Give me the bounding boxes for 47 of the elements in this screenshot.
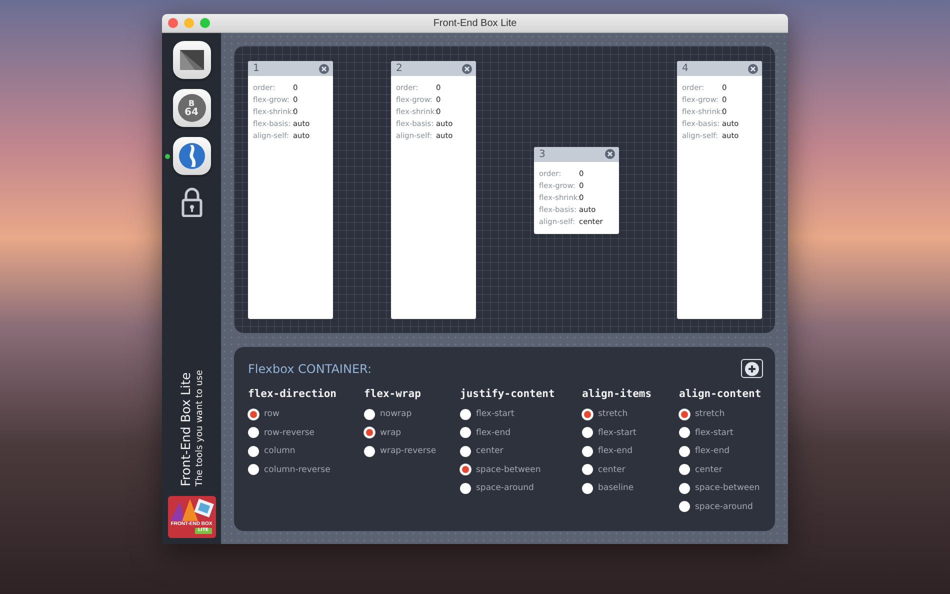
close-icon[interactable] xyxy=(748,64,758,74)
wave-icon xyxy=(178,142,206,170)
radio-option[interactable]: center xyxy=(582,462,679,477)
radio-option[interactable]: stretch xyxy=(679,406,762,422)
item-number: 2 xyxy=(396,63,402,74)
radio-option[interactable]: column-reverse xyxy=(248,462,364,477)
envelope-tool-button[interactable] xyxy=(172,41,210,79)
radio-option[interactable]: center xyxy=(679,462,762,477)
b64-tool-button[interactable]: B 64 xyxy=(172,89,210,127)
radio-option[interactable]: row xyxy=(248,406,364,422)
radio-option[interactable]: flex-end xyxy=(582,444,679,458)
item-number: 3 xyxy=(539,148,546,160)
radio-option[interactable]: space-between xyxy=(679,480,762,496)
radio-option[interactable]: baseline xyxy=(582,480,679,496)
radio-option[interactable]: row-reverse xyxy=(248,425,364,440)
flexbox-tool-button[interactable] xyxy=(172,137,210,175)
radio-option[interactable]: flex-end xyxy=(460,425,582,440)
window-title: Front-End Box Lite xyxy=(433,18,517,28)
radio-option[interactable]: space-between xyxy=(460,462,582,477)
radio-option[interactable]: stretch xyxy=(582,406,679,422)
close-button[interactable] xyxy=(168,18,178,28)
radio-option[interactable]: space-around xyxy=(679,499,762,514)
panel-title: Flexbox CONTAINER: xyxy=(248,362,372,376)
property-heading: justify-content xyxy=(460,388,556,400)
tagline: The tools you want to use xyxy=(195,370,205,486)
property-heading: flex-wrap xyxy=(364,388,422,400)
radio-option[interactable]: flex-start xyxy=(460,406,582,422)
radio-option[interactable]: wrap-reverse xyxy=(364,444,460,458)
radio-option[interactable]: flex-end xyxy=(679,444,762,458)
radio-option[interactable]: space-around xyxy=(460,480,582,496)
item-number: 4 xyxy=(682,63,688,74)
item-number: 1 xyxy=(253,63,260,74)
radio-option[interactable]: flex-start xyxy=(679,425,762,440)
close-icon[interactable] xyxy=(605,149,615,159)
add-item-button[interactable] xyxy=(741,359,763,378)
envelope-icon xyxy=(178,49,204,71)
radio-option[interactable]: wrap xyxy=(364,425,460,440)
radio-option[interactable]: center xyxy=(460,444,582,458)
radio-option[interactable]: nowrap xyxy=(364,406,460,422)
radio-option[interactable]: flex-start xyxy=(582,425,679,440)
radio-option[interactable]: column xyxy=(248,444,364,458)
close-icon[interactable] xyxy=(462,64,472,74)
app-name: Front-End Box Lite xyxy=(178,370,193,486)
property-heading: align-items xyxy=(582,388,653,400)
property-heading: flex-direction xyxy=(248,388,338,400)
property-heading: align-content xyxy=(679,388,762,400)
close-icon[interactable] xyxy=(319,64,329,74)
